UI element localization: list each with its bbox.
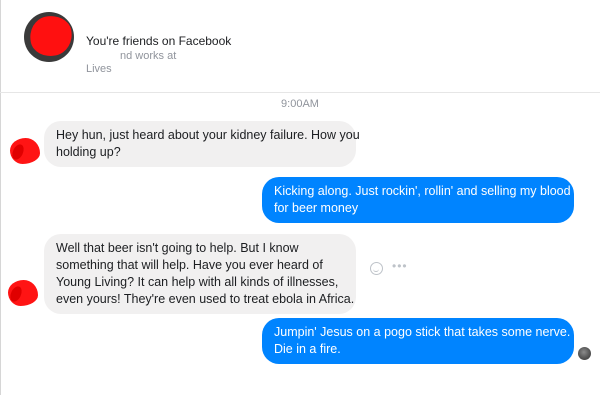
profile-avatar[interactable] [24, 12, 74, 62]
read-receipt-avatar [578, 347, 591, 360]
outgoing-message[interactable]: Kicking along. Just rockin', rollin' and… [262, 177, 574, 223]
message-line: Jumpin' Jesus on a pogo stick that takes… [274, 325, 571, 339]
incoming-message[interactable]: Hey hun, just heard about your kidney fa… [44, 121, 360, 167]
friends-status-text: You're friends on Facebook [86, 34, 232, 48]
sender-avatar[interactable] [8, 280, 38, 306]
outgoing-message[interactable]: Jumpin' Jesus on a pogo stick that takes… [262, 318, 574, 364]
message-line: even yours! They're even used to treat e… [56, 292, 355, 306]
message-line: Well that beer isn't going to help. But … [56, 241, 299, 255]
lives-text: Lives [86, 63, 112, 75]
message-line: Kicking along. Just rockin', rollin' and… [274, 184, 571, 198]
sender-avatar[interactable] [10, 138, 40, 164]
more-options-icon[interactable]: ••• [392, 259, 408, 273]
redaction-scribble [26, 12, 74, 60]
message-timestamp: 9:00AM [281, 98, 319, 110]
conversation-header: You're friends on Facebook nd works at L… [0, 0, 600, 93]
message-line: holding up? [56, 145, 121, 159]
incoming-message[interactable]: Well that beer isn't going to help. But … [44, 234, 356, 314]
message-line: Hey hun, just heard about your kidney fa… [56, 128, 360, 142]
message-line: something that will help. Have you ever … [56, 258, 323, 272]
message-line: Young Living? It can help with all kinds… [56, 275, 339, 289]
emoji-reaction-icon[interactable] [370, 262, 383, 275]
works-at-text: nd works at [120, 50, 177, 62]
message-line: for beer money [274, 201, 359, 215]
message-line: Die in a fire. [274, 342, 341, 356]
